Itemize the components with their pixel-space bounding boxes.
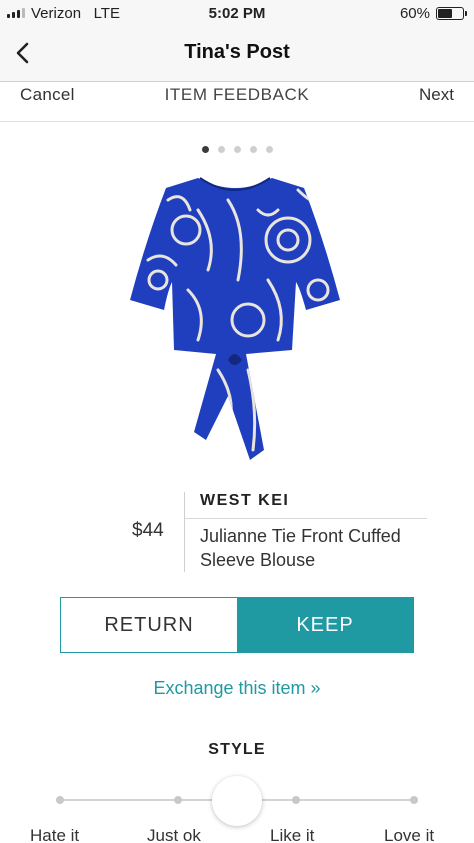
product-price: $44 xyxy=(132,520,164,541)
pager-dot[interactable] xyxy=(265,146,273,153)
feedback-header: Cancel ITEM FEEDBACK Next xyxy=(0,82,474,122)
next-button[interactable]: Next xyxy=(419,85,454,105)
slider-label-hate-it: Hate it xyxy=(30,826,80,843)
slider-label-like-it: Like it xyxy=(270,826,315,843)
slider-stop[interactable] xyxy=(56,796,64,804)
slider-stop[interactable] xyxy=(174,796,182,804)
style-slider-thumb[interactable] xyxy=(212,776,262,826)
status-bar: Verizon LTE 5:02 PM 60% xyxy=(0,0,474,26)
pager-dot[interactable] xyxy=(217,146,225,153)
slider-stop[interactable] xyxy=(292,796,300,804)
navigation-bar: Tina's Post xyxy=(0,26,474,82)
slider-label-love-it: Love it xyxy=(384,826,435,843)
style-heading: STYLE xyxy=(208,741,266,758)
return-button[interactable]: RETURN xyxy=(61,598,237,652)
exchange-link[interactable]: Exchange this item » xyxy=(0,678,474,699)
battery-level xyxy=(438,9,452,18)
slider-stop[interactable] xyxy=(410,796,418,804)
battery-percent: 60% xyxy=(399,5,430,22)
keep-button[interactable]: KEEP xyxy=(237,598,413,652)
slider-label-just-ok: Just ok xyxy=(147,826,201,843)
image-pager[interactable] xyxy=(0,146,474,153)
brand-divider xyxy=(185,518,427,519)
page-title: Tina's Post xyxy=(184,41,290,63)
battery-icon xyxy=(436,7,467,20)
product-image xyxy=(130,177,340,460)
feedback-title: ITEM FEEDBACK xyxy=(164,85,310,104)
pager-dot[interactable] xyxy=(233,146,241,153)
product-name: Julianne Tie Front Cuffed Sleeve Blouse xyxy=(200,526,401,570)
product-brand: WEST KEI xyxy=(200,492,290,509)
info-divider xyxy=(184,492,185,572)
return-keep-toggle: RETURN KEEP xyxy=(60,597,414,653)
pager-dot[interactable] xyxy=(249,146,257,153)
pager-dot[interactable] xyxy=(201,146,209,153)
